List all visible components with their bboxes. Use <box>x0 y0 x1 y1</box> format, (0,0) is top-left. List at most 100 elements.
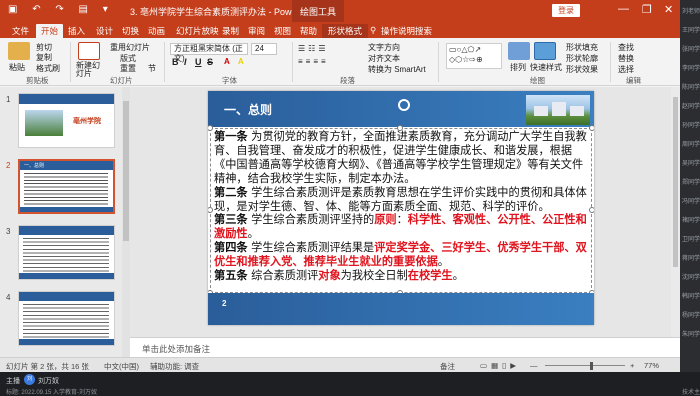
thumbnail-number: 2 <box>6 161 11 170</box>
editor-scrollbar[interactable] <box>671 87 680 337</box>
tab-tell-me[interactable]: 操作说明搜索 <box>381 24 432 38</box>
participant-name: 孙同学 <box>682 123 700 129</box>
underline-button[interactable]: U <box>195 57 202 67</box>
font-name-select[interactable]: 方正粗黑宋简体 (正文) <box>170 43 248 63</box>
tab-home[interactable]: 开始 <box>36 24 64 38</box>
screen: ▣ ↶ ↷ ▤ ▾ 3. 亳州学院学生综合素质测评办法 - PowerPoint… <box>0 0 700 396</box>
shape-fill-button[interactable]: 形状填充 <box>566 42 598 53</box>
replace-button[interactable]: 替换 <box>618 53 634 64</box>
slide-thumbnail-4[interactable] <box>18 291 115 346</box>
divider <box>292 42 293 82</box>
format-painter-button[interactable]: 格式刷 <box>36 63 60 74</box>
view-buttons[interactable]: ▭▦▯▶ <box>480 361 520 370</box>
text-direction-button[interactable]: 文字方向 <box>368 42 400 53</box>
quick-styles-button[interactable]: 快速样式 <box>530 62 562 73</box>
tab-design[interactable]: 设计 <box>96 24 113 38</box>
arrange-button[interactable]: 排列 <box>510 62 526 73</box>
slides-group-label: 幻灯片 <box>110 76 133 85</box>
login-button[interactable]: 登录 <box>552 4 580 17</box>
thumbnails-scrollbar[interactable] <box>122 87 130 357</box>
notes-pane[interactable]: 单击此处添加备注 <box>130 337 680 357</box>
minimize-button[interactable]: — <box>618 3 629 15</box>
participant-name: 张同学 <box>682 47 700 53</box>
align-icons[interactable]: ≡≡≡≡ <box>298 57 329 66</box>
article-paragraph: 第四条 学生综合素质测评结果是评定奖学金、三好学生、优秀学生干部、双优生和推荐入… <box>214 241 590 269</box>
font-group-label: 字体 <box>222 76 237 85</box>
font-size-select[interactable]: 24 <box>251 43 277 55</box>
select-button[interactable]: 选择 <box>618 64 634 75</box>
current-slide[interactable]: 一、总则 第一条 为贯彻党的教育方针，全面推进素质教育，充分调动广大学生自我教育… <box>208 91 594 325</box>
shape-outline-button[interactable]: 形状轮廓 <box>566 53 598 64</box>
tab-slideshow[interactable]: 幻灯片放映 <box>176 24 219 38</box>
accessibility-status[interactable]: 辅助功能: 调查 <box>150 361 199 372</box>
strikethrough-button[interactable]: S <box>207 57 213 67</box>
zoom-out-button[interactable]: — <box>530 361 538 370</box>
thumbnail-number: 1 <box>6 95 11 104</box>
new-slide-button[interactable]: 新建幻灯片 <box>76 62 106 78</box>
italic-button[interactable]: I <box>184 57 187 67</box>
notes-toggle[interactable]: 备注 <box>440 361 455 372</box>
shape-effects-button[interactable]: 形状效果 <box>566 64 598 75</box>
list-icons[interactable]: ☰☷☰ <box>298 44 329 53</box>
quick-styles-icon[interactable] <box>534 42 556 60</box>
host-label: 主播 <box>6 378 20 385</box>
article-text: 。 <box>247 227 259 241</box>
arrange-icon[interactable] <box>508 42 530 60</box>
thumbnail-title: 一、总则 <box>24 163 45 169</box>
new-slide-icon[interactable] <box>78 42 100 60</box>
tab-review[interactable]: 审阅 <box>248 24 265 38</box>
thumbnail-title: 亳州学院 <box>73 118 101 125</box>
slide-thumbnail-2[interactable]: 一、总则 <box>18 159 115 214</box>
participant-name: 陈同学 <box>682 85 700 91</box>
section-button[interactable]: 节 <box>148 63 156 74</box>
copy-button[interactable]: 复制 <box>36 52 52 63</box>
font-color-icon[interactable]: A <box>224 57 230 66</box>
tab-help[interactable]: 帮助 <box>300 24 317 38</box>
zoom-level[interactable]: 77% <box>644 361 659 370</box>
tab-view[interactable]: 视图 <box>274 24 291 38</box>
paste-button[interactable]: 粘贴 <box>9 62 25 73</box>
slide-title[interactable]: 一、总则 <box>224 101 272 118</box>
powerpoint-window: ▣ ↶ ↷ ▤ ▾ 3. 亳州学院学生综合素质测评办法 - PowerPoint… <box>0 0 680 372</box>
tab-insert[interactable]: 插入 <box>68 24 85 38</box>
close-button[interactable]: ✕ <box>664 3 673 16</box>
restore-button[interactable]: ❐ <box>642 3 652 16</box>
article-heading: 第二条 <box>214 185 248 199</box>
rotate-handle-icon[interactable] <box>398 99 410 111</box>
language-status[interactable]: 中文(中国) <box>104 361 139 372</box>
slide-thumbnail-1[interactable]: 亳州学院 <box>18 93 115 148</box>
tab-file[interactable]: 文件 <box>12 24 29 38</box>
article-text: 为贯彻党的教育方针，全面推进素质教育，充分调动广大学生自我教育、自我管理、奋发成… <box>214 130 587 185</box>
tab-transitions[interactable]: 切换 <box>122 24 139 38</box>
tab-record[interactable]: 录制 <box>222 24 239 38</box>
article-heading: 第四条 <box>214 241 248 255</box>
slide-page-number: 2 <box>222 299 227 308</box>
align-text-button[interactable]: 对齐文本 <box>368 53 400 64</box>
find-button[interactable]: 查找 <box>618 42 634 53</box>
slide-body-text[interactable]: 第一条 为贯彻党的教育方针，全面推进素质教育，充分调动广大学生自我教育、自我管理… <box>214 130 590 283</box>
reuse-slides-button[interactable]: 重用幻灯片 <box>110 42 150 53</box>
notes-placeholder: 单击此处添加备注 <box>142 344 211 354</box>
participant-name: 郑同学 <box>682 180 700 186</box>
participant-name: 褚同学 <box>682 218 700 224</box>
highlighted-text: 原则 <box>374 213 397 227</box>
scroll-thumb[interactable] <box>673 97 678 267</box>
ribbon-home: 粘贴 剪切 复制 格式刷 剪贴板 新建幻灯片 重用幻灯片 版式 重置 节 幻灯片… <box>0 38 680 86</box>
paste-icon[interactable] <box>8 42 30 60</box>
smartart-button[interactable]: 转换为 SmartArt <box>368 64 426 75</box>
zoom-slider[interactable] <box>545 365 625 366</box>
article-text: 学生综合素质测评结果是 <box>247 241 375 255</box>
bold-button[interactable]: B <box>172 57 179 67</box>
slide-footer-band <box>208 293 594 325</box>
article-text: ： <box>396 213 408 227</box>
tab-shape-format[interactable]: 形状格式 <box>322 24 369 38</box>
highlight-icon[interactable]: A <box>238 57 244 66</box>
shapes-gallery[interactable]: ▭○△⬠↗ ◇⬡☆⇨⊕ <box>446 43 502 69</box>
zoom-in-button[interactable]: + <box>630 361 634 370</box>
quick-access-toolbar[interactable]: ▣ ↶ ↷ ▤ ▾ <box>8 4 114 15</box>
reset-button[interactable]: 重置 <box>120 63 136 74</box>
tab-animations[interactable]: 动画 <box>148 24 165 38</box>
zoom-slider-thumb[interactable] <box>590 362 593 370</box>
scroll-thumb[interactable] <box>123 101 129 241</box>
slide-thumbnail-3[interactable] <box>18 225 115 280</box>
